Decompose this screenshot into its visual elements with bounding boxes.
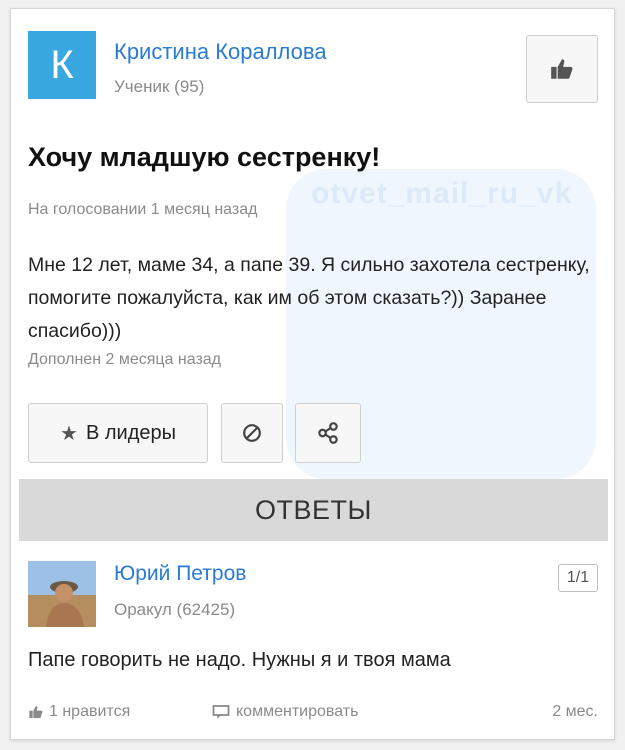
author-avatar[interactable]: К [28,31,96,99]
report-button[interactable] [221,403,283,463]
answer-comment-button[interactable]: комментировать [212,703,358,721]
question-added-note: Дополнен 2 месяца назад [28,351,222,368]
avatar-photo-icon [28,561,96,627]
share-button[interactable] [295,403,361,463]
answer-counter-badge: 1/1 [558,564,598,592]
answer-author-avatar[interactable] [28,561,96,627]
block-icon [243,424,261,442]
author-name-link[interactable]: Кристина Кораллова [114,39,327,65]
star-icon: ★ [60,422,78,445]
answer-author-rank: Оракул (62425) [114,600,236,619]
answer-text: Папе говорить не надо. Нужны я и твоя ма… [28,649,451,671]
thumbs-up-icon [29,706,43,718]
to-leaders-label: В лидеры [85,421,176,444]
share-icon [318,422,338,444]
question-card: otvet_mail_ru_vk К Кристина Кораллова Уч… [10,8,615,740]
watermark-text: otvet_mail_ru_vk [311,177,573,210]
to-leaders-button[interactable]: ★ В лидеры [28,403,208,463]
answer-like-label: 1 нравится [49,703,131,720]
author-rank: Ученик (95) [114,77,205,96]
answers-header: ОТВЕТЫ [19,479,608,541]
comment-icon [212,705,230,719]
answer-author-name-link[interactable]: Юрий Петров [114,562,246,586]
like-question-button[interactable] [526,35,598,103]
question-meta: На голосовании 1 месяц назад [28,201,258,218]
answer-time: 2 мес. [552,703,598,720]
question-body: Мне 12 лет, маме 34, а папе 39. Я сильно… [28,254,590,342]
answer-like-button[interactable]: 1 нравится [28,703,130,721]
answer-comment-label: комментировать [236,703,359,720]
thumbs-up-icon [551,59,573,79]
question-title: Хочу младшую сестренку! [28,142,381,172]
